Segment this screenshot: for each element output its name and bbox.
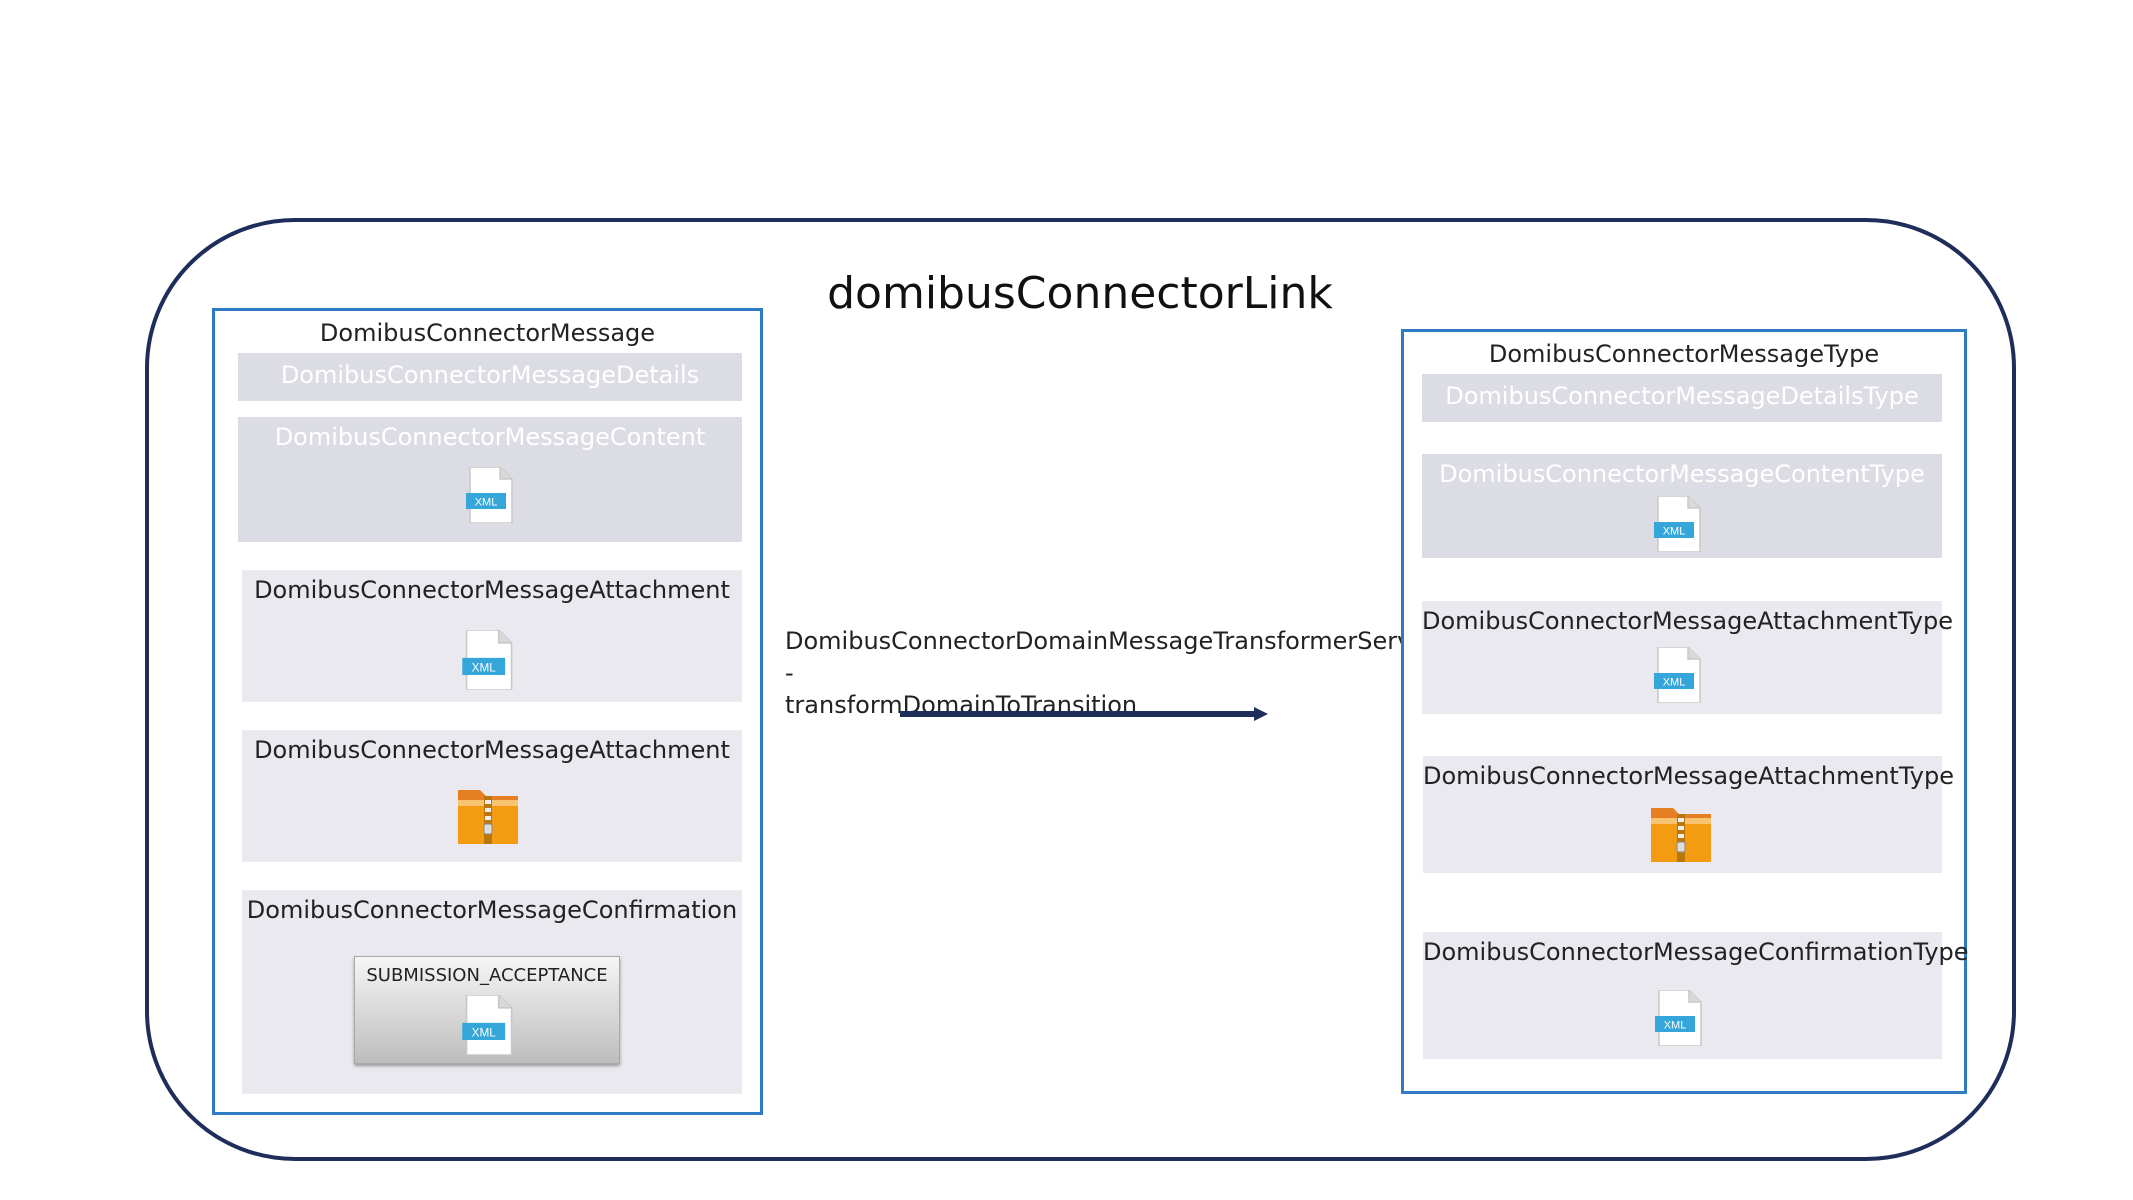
transformer-service-line1: DomibusConnectorDomainMessageTransformer… bbox=[785, 627, 1446, 687]
right-details-label: DomibusConnectorMessageDetailsType bbox=[1445, 382, 1919, 410]
xml-badge-text: XML bbox=[472, 661, 497, 674]
left-content-label: DomibusConnectorMessageContent bbox=[274, 423, 706, 451]
left-details-label: DomibusConnectorMessageDetails bbox=[280, 361, 700, 389]
left-details-part: DomibusConnectorMessageDetails bbox=[238, 353, 742, 401]
right-details-part: DomibusConnectorMessageDetailsType bbox=[1422, 374, 1942, 422]
left-attachment-xml-label: DomibusConnectorMessageAttachment bbox=[254, 576, 730, 604]
xml-badge-text: XML bbox=[472, 1026, 497, 1039]
submission-acceptance-card: SUBMISSION_ACCEPTANCE XML bbox=[354, 956, 620, 1064]
zip-archive-icon bbox=[458, 790, 518, 844]
domibus-connector-message-box: DomibusConnectorMessage DomibusConnector… bbox=[212, 308, 763, 1115]
confirmation-type-label: SUBMISSION_ACCEPTANCE bbox=[366, 965, 608, 986]
right-attachment-zip-part: DomibusConnectorMessageAttachmentType bbox=[1423, 756, 1954, 873]
xml-badge-text: XML bbox=[1663, 526, 1686, 538]
right-attachment-zip-label: DomibusConnectorMessageAttachmentType bbox=[1423, 762, 1954, 790]
xml-badge-text: XML bbox=[475, 497, 498, 509]
domibus-connector-message-type-box: DomibusConnectorMessageType DomibusConne… bbox=[1401, 329, 1969, 1094]
left-confirmation-label: DomibusConnectorMessageConfirmation bbox=[246, 896, 738, 924]
right-box-title: DomibusConnectorMessageType bbox=[1488, 340, 1880, 368]
left-content-part: DomibusConnectorMessageContent XML bbox=[238, 417, 742, 542]
right-content-part: DomibusConnectorMessageContentType XML bbox=[1422, 454, 1942, 558]
transform-arrow bbox=[900, 707, 1268, 721]
right-attachment-xml-part: DomibusConnectorMessageAttachmentType XM… bbox=[1422, 601, 1953, 714]
left-box-title: DomibusConnectorMessage bbox=[319, 319, 656, 347]
xml-badge-text: XML bbox=[1663, 677, 1686, 689]
left-attachment-zip-part: DomibusConnectorMessageAttachment bbox=[242, 730, 742, 862]
xml-file-icon: XML bbox=[1655, 990, 1702, 1046]
xml-file-icon: XML bbox=[1654, 647, 1701, 703]
right-content-label: DomibusConnectorMessageContentType bbox=[1439, 460, 1925, 488]
left-confirmation-part: DomibusConnectorMessageConfirmation SUBM… bbox=[242, 890, 742, 1094]
zip-archive-icon bbox=[1651, 808, 1711, 862]
right-attachment-xml-label: DomibusConnectorMessageAttachmentType bbox=[1422, 607, 1953, 635]
xml-badge-text: XML bbox=[1664, 1020, 1687, 1032]
xml-file-icon: XML bbox=[1654, 496, 1701, 552]
xml-file-icon: XML bbox=[466, 467, 513, 523]
right-confirmation-part: DomibusConnectorMessageConfirmationType … bbox=[1423, 932, 1969, 1059]
left-attachment-xml-part: DomibusConnectorMessageAttachment XML bbox=[242, 570, 742, 702]
right-confirmation-label: DomibusConnectorMessageConfirmationType bbox=[1423, 938, 1969, 966]
diagram-title: domibusConnectorLink bbox=[827, 268, 1333, 319]
xml-file-icon: XML bbox=[462, 630, 513, 690]
xml-file-icon: XML bbox=[462, 995, 513, 1055]
left-attachment-zip-label: DomibusConnectorMessageAttachment bbox=[254, 736, 730, 764]
